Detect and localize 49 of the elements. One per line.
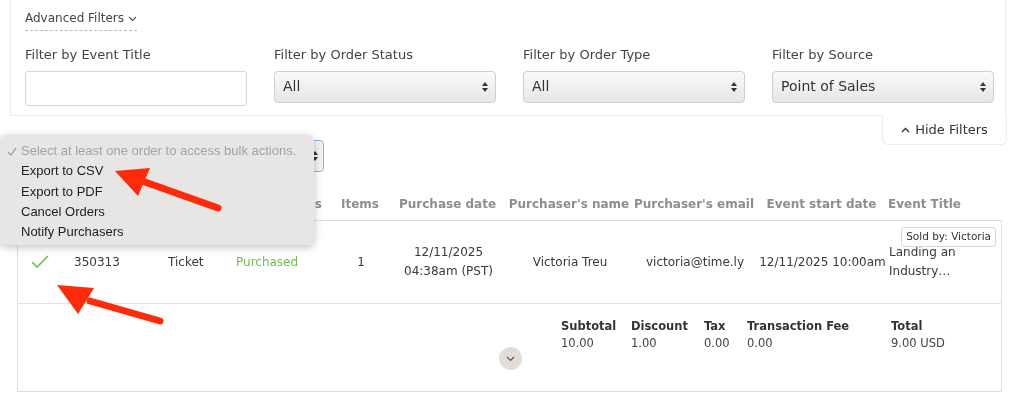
summary-value: 10.00 (561, 335, 595, 353)
filter-label: Filter by Source (772, 46, 875, 64)
summary-label: Total (891, 318, 924, 335)
summary-value: 1.00 (631, 335, 658, 353)
advanced-filters-toggle[interactable]: Advanced Filters (25, 9, 137, 31)
filter-label: Filter by Event Title (25, 46, 152, 64)
menu-item: Select at least one order to access bulk actions. (0, 141, 314, 162)
table-cell-text: 1 (356, 253, 366, 271)
table-cell-text: Ticket (167, 253, 205, 271)
menu-item[interactable]: Notify Purchasers (0, 222, 314, 243)
hide-filters-button[interactable]: Hide Filters (882, 115, 1007, 145)
chevron-down-icon (127, 15, 137, 22)
column-header: Event start date (765, 196, 878, 213)
table-cell-text: Victoria Treu (531, 253, 609, 271)
summary-label: Discount (631, 318, 689, 335)
column-header: Event Title (888, 196, 962, 213)
menu-item[interactable]: Export to CSV (0, 161, 314, 182)
table-cell-text: 350313 (73, 253, 121, 271)
summary-value: 9.00 USD (891, 335, 946, 353)
expand-button[interactable] (499, 347, 522, 370)
chevron-up-icon (901, 126, 911, 133)
filter-select[interactable]: All (274, 70, 496, 103)
seller-badge: Sold by: Victoria (901, 227, 996, 247)
stepper-icon (730, 80, 738, 93)
stepper-icon (481, 80, 489, 93)
column-header: Purchaser's email (633, 196, 755, 213)
table-cell-text: Landing an Industry… (889, 244, 957, 280)
column-header: Items (340, 196, 380, 213)
filter-select[interactable]: All (523, 70, 745, 103)
status-text: Purchased (235, 253, 300, 271)
filter-select[interactable]: Point of Sales (772, 70, 994, 103)
filter-label: Filter by Order Status (274, 46, 414, 64)
summary-value: 0.00 (704, 335, 731, 353)
menu-item[interactable]: Cancel Orders (0, 201, 314, 223)
menu-item[interactable]: Export to PDF (0, 181, 314, 202)
chevron-down-icon (506, 355, 515, 362)
column-header: Purchase date (398, 196, 497, 213)
column-header: s (313, 196, 323, 213)
table-cell-text: 12/11/2025 10:00am (758, 253, 887, 271)
summary-label: Subtotal (561, 318, 618, 335)
summary-label: Transaction Fee (747, 318, 851, 335)
table-cell-text: 12/11/2025 04:38am (PST) (403, 244, 494, 280)
summary-label: Tax (704, 318, 727, 335)
event-title-input[interactable] (25, 70, 247, 106)
column-header: Purchaser's name (507, 196, 631, 213)
filter-label: Filter by Order Type (523, 46, 652, 64)
summary-value: 0.00 (747, 335, 774, 353)
table-cell-text: victoria@time.ly (644, 253, 746, 271)
stepper-icon (979, 80, 987, 93)
